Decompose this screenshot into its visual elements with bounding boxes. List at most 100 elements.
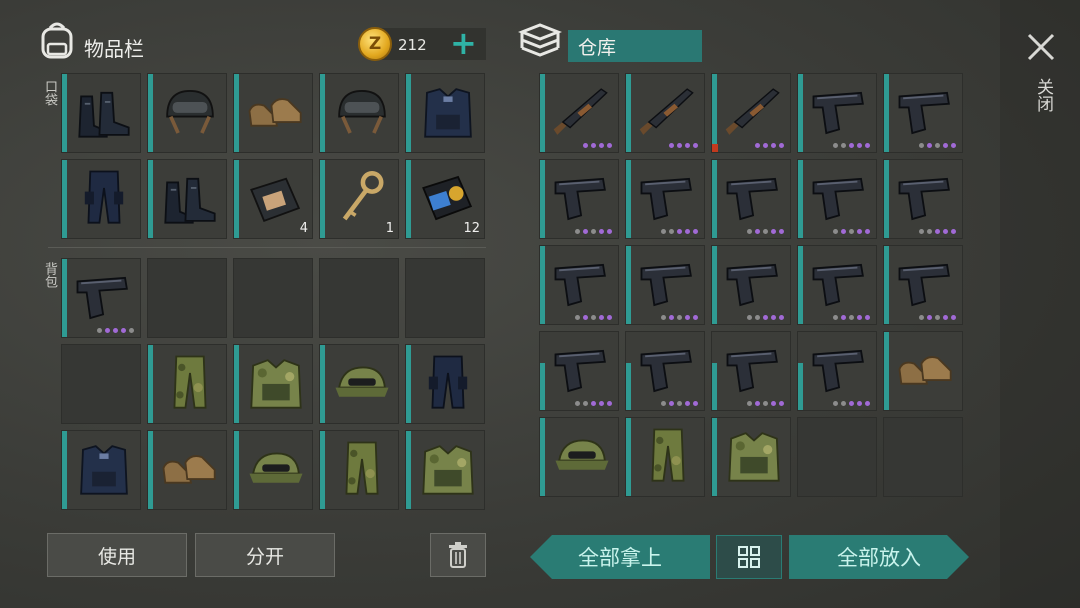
item-slot[interactable] <box>405 73 485 153</box>
item-slot[interactable] <box>711 417 791 497</box>
empty-slot[interactable] <box>233 258 313 338</box>
item-slot[interactable] <box>711 245 791 325</box>
pistol-icon <box>554 263 606 307</box>
quality-dots <box>833 401 870 406</box>
item-slot[interactable] <box>61 159 141 239</box>
empty-slot[interactable] <box>147 258 227 338</box>
durability-bar <box>626 418 631 496</box>
close-icon[interactable] <box>1026 32 1056 62</box>
item-slot[interactable] <box>147 344 227 424</box>
item-slot[interactable]: 4 <box>233 159 313 239</box>
police-pants-icon <box>84 170 124 224</box>
pistol-icon <box>812 263 864 307</box>
item-slot[interactable] <box>711 159 791 239</box>
item-slot[interactable] <box>405 430 485 510</box>
durability-bar <box>712 246 717 324</box>
item-slot[interactable] <box>797 73 877 153</box>
camo-pants-icon <box>173 355 207 409</box>
item-slot[interactable] <box>883 245 963 325</box>
empty-slot[interactable] <box>405 258 485 338</box>
pistol-icon <box>554 177 606 221</box>
item-slot[interactable] <box>711 331 791 411</box>
empty-slot[interactable] <box>797 417 877 497</box>
empty-slot[interactable] <box>61 344 141 424</box>
durability-bar <box>234 74 239 152</box>
quality-dots <box>833 229 870 234</box>
shotgun-icon <box>639 88 694 135</box>
item-slot[interactable] <box>539 417 619 497</box>
durability-bar <box>406 431 411 509</box>
trash-button[interactable] <box>430 533 486 577</box>
quality-dots <box>755 143 784 148</box>
item-slot[interactable] <box>61 73 141 153</box>
item-slot[interactable] <box>797 245 877 325</box>
item-slot[interactable] <box>883 73 963 153</box>
durability-bar <box>148 431 153 509</box>
durability-bar <box>540 363 545 410</box>
item-slot[interactable] <box>625 73 705 153</box>
durability-bar <box>320 345 325 423</box>
add-coins-button[interactable]: + <box>450 24 477 62</box>
item-slot[interactable] <box>625 331 705 411</box>
durability-bar <box>884 160 889 238</box>
item-slot[interactable] <box>625 159 705 239</box>
item-slot[interactable] <box>233 430 313 510</box>
durability-bar <box>626 246 631 324</box>
item-slot[interactable] <box>539 331 619 411</box>
grid-view-icon <box>738 546 760 568</box>
camo-vest-icon <box>250 359 302 409</box>
item-slot[interactable] <box>539 245 619 325</box>
item-slot[interactable] <box>539 73 619 153</box>
item-slot[interactable] <box>147 73 227 153</box>
item-slot[interactable] <box>147 159 227 239</box>
item-slot[interactable] <box>61 430 141 510</box>
item-slot[interactable] <box>539 159 619 239</box>
item-slot[interactable] <box>319 430 399 510</box>
item-slot[interactable] <box>625 417 705 497</box>
durability-bar <box>234 345 239 423</box>
item-slot[interactable] <box>711 73 791 153</box>
item-slot[interactable] <box>147 430 227 510</box>
durability-bar <box>406 160 411 238</box>
item-slot[interactable] <box>797 159 877 239</box>
put-all-button[interactable]: 全部放入 <box>789 535 969 579</box>
empty-slot[interactable] <box>319 258 399 338</box>
low-ammo-marker <box>712 144 718 152</box>
item-slot[interactable]: 1 <box>319 159 399 239</box>
item-slot[interactable] <box>233 73 313 153</box>
take-all-button[interactable]: 全部拿上 <box>530 535 710 579</box>
item-quantity: 12 <box>463 221 480 236</box>
item-slot[interactable] <box>883 159 963 239</box>
grid-view-button[interactable] <box>716 535 782 579</box>
item-slot[interactable] <box>625 245 705 325</box>
item-slot[interactable] <box>883 331 963 411</box>
empty-slot[interactable] <box>883 417 963 497</box>
quality-dots <box>661 229 698 234</box>
pistol-icon <box>812 177 864 221</box>
item-slot[interactable]: 12 <box>405 159 485 239</box>
durability-bar <box>540 418 545 496</box>
combat-boots-icon <box>78 91 130 138</box>
camo-cap-icon <box>555 439 609 470</box>
pistol-icon <box>898 177 950 221</box>
police-vest-icon <box>424 88 472 138</box>
item-slot[interactable] <box>319 73 399 153</box>
pistol-icon <box>898 91 950 135</box>
pistol-icon <box>726 263 778 307</box>
item-slot[interactable] <box>61 258 141 338</box>
trash-icon <box>449 542 467 568</box>
tactical-helmet-icon <box>166 90 214 134</box>
item-slot[interactable] <box>319 344 399 424</box>
tan-boots-icon <box>898 356 952 385</box>
split-button[interactable]: 分开 <box>195 533 335 577</box>
durability-bar <box>320 431 325 509</box>
durability-bar <box>234 431 239 509</box>
backpack-label: 背包 <box>42 262 57 288</box>
use-button[interactable]: 使用 <box>47 533 187 577</box>
close-label[interactable]: 关闭 <box>1031 78 1056 112</box>
police-vest-icon <box>80 445 128 495</box>
item-slot[interactable] <box>797 331 877 411</box>
durability-bar <box>62 431 67 509</box>
item-slot[interactable] <box>405 344 485 424</box>
item-slot[interactable] <box>233 344 313 424</box>
